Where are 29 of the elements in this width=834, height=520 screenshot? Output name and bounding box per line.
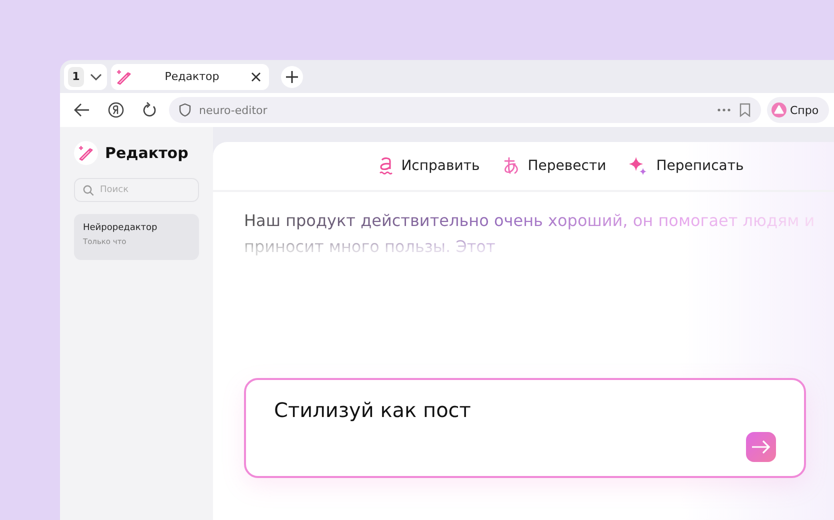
tab-counter-button[interactable]: 1: [64, 64, 107, 90]
toolbar-action-button[interactable]: Исправить: [379, 156, 480, 176]
browser-tab[interactable]: Редактор: [111, 64, 269, 90]
pen-logo-icon: [74, 141, 98, 165]
toolbar-action-button[interactable]: Переписать: [628, 156, 744, 176]
prompt-input-field[interactable]: Стилизуй как пост: [244, 378, 806, 478]
bookmark-icon[interactable]: [739, 103, 751, 117]
more-dots-icon[interactable]: [717, 108, 731, 112]
assistant-button[interactable]: Спро: [767, 97, 829, 123]
back-arrow-icon[interactable]: [74, 103, 90, 117]
address-bar[interactable]: neuro-editor: [169, 97, 761, 123]
send-button[interactable]: [746, 432, 776, 462]
chevron-down-icon: [90, 72, 102, 80]
assistant-icon: [771, 102, 787, 118]
arrow-right-icon: [751, 440, 771, 454]
search-field[interactable]: Поиск: [74, 178, 199, 202]
hiragana-icon: [502, 157, 520, 175]
reload-icon[interactable]: [142, 102, 157, 118]
y-logo-icon[interactable]: [108, 102, 124, 118]
underlined-a-icon: [379, 156, 394, 176]
shield-icon: [179, 103, 191, 117]
magic-pen-icon: [115, 68, 133, 86]
sparkles-icon: [628, 156, 648, 176]
new-tab-button[interactable]: [281, 66, 303, 88]
app-title: Редактор: [105, 144, 188, 162]
search-icon: [83, 184, 94, 196]
plus-icon: [286, 70, 298, 82]
close-icon[interactable]: [251, 72, 261, 82]
toolbar-action-button[interactable]: Перевести: [502, 157, 606, 175]
